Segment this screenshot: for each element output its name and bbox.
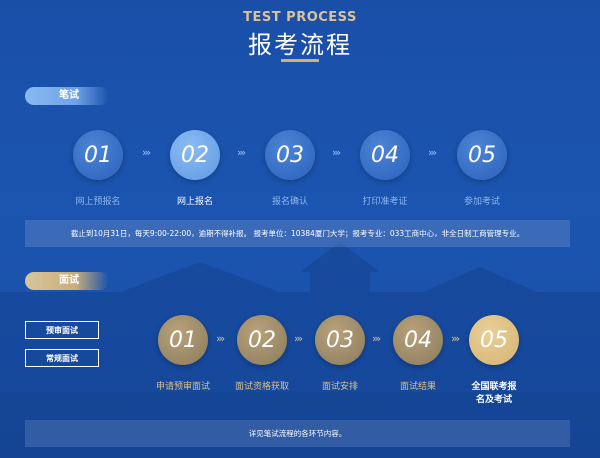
step-label: 报名确认 — [271, 197, 308, 207]
regular-interview-button[interactable]: 常规面试 — [25, 349, 99, 367]
section-label-interview: 面试 — [25, 272, 109, 290]
step-number: 05 — [457, 130, 507, 180]
interview-notice: 详见笔试流程的各环节内容。 — [25, 420, 570, 447]
title-english: TEST PROCESS — [243, 10, 357, 25]
step-label: 参加考试 — [463, 197, 500, 207]
step-number: 01 — [73, 130, 123, 180]
step-number: 02 — [170, 130, 220, 180]
step-number: 01 — [158, 315, 208, 365]
written-step-5[interactable]: 05 参加考试 — [432, 130, 532, 207]
step-number: 02 — [237, 315, 287, 365]
step-label: 打印准考证 — [362, 197, 408, 207]
step-number: 03 — [315, 315, 365, 365]
step-number: 04 — [360, 130, 410, 180]
title-underline — [281, 59, 319, 62]
written-notice: 截止到10月31日，每天9:00-22:00，逾期不得补报。 报考单位：1038… — [25, 220, 570, 247]
written-step-1[interactable]: 01 网上预报名 — [48, 130, 148, 207]
pre-review-interview-button[interactable]: 预审面试 — [25, 321, 99, 339]
interview-step-5[interactable]: 05 全国联考报名及考试 — [446, 315, 542, 405]
section-label-written: 笔试 — [25, 87, 109, 105]
written-step-2[interactable]: 02 网上报名 — [145, 130, 245, 207]
test-process-page: TEST PROCESS 报考流程 笔试 01 网上预报名 ››› 02 网上报… — [0, 0, 600, 458]
step-number: 05 — [469, 315, 519, 365]
written-step-4[interactable]: 04 打印准考证 — [335, 130, 435, 207]
step-number: 03 — [265, 130, 315, 180]
step-label: 网上预报名 — [75, 197, 121, 207]
step-label: 全国联考报名及考试 — [471, 382, 517, 405]
step-number: 04 — [393, 315, 443, 365]
step-label: 网上报名 — [176, 197, 213, 207]
page-title: 报考流程 — [248, 31, 352, 59]
written-step-3[interactable]: 03 报名确认 — [240, 130, 340, 207]
